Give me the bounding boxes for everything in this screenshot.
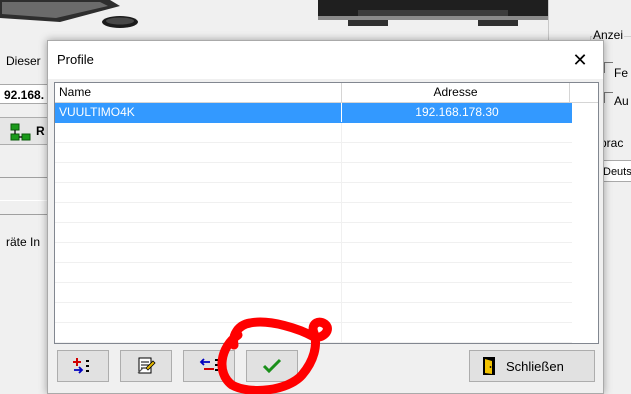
empty-row: [55, 183, 572, 203]
profile-address: 192.168.178.30: [415, 105, 499, 119]
edit-profile-icon: [137, 357, 156, 374]
column-header-name[interactable]: Name: [55, 83, 342, 102]
checkbox-label: Au: [614, 94, 629, 108]
checkbox-label: Fe: [614, 66, 629, 80]
list-rows: VUULTIMO4K 192.168.178.30: [55, 103, 572, 343]
dialog-toolbar: Schließen: [54, 348, 599, 388]
dialog-titlebar: Profile ✕: [48, 41, 603, 79]
empty-row: [55, 223, 572, 243]
column-header-filler: [570, 83, 598, 102]
close-icon[interactable]: ✕: [557, 41, 603, 79]
profile-dialog: Profile ✕ Name Adresse VUULTIMO4K 192.16…: [47, 40, 604, 394]
edit-profile-button[interactable]: [120, 350, 172, 382]
list-header: Name Adresse: [55, 83, 598, 103]
empty-row: [55, 203, 572, 223]
empty-row: [55, 123, 572, 143]
empty-row: [55, 263, 572, 283]
background-label: räte In: [6, 235, 41, 249]
background-label: Dieser: [6, 54, 41, 68]
column-header-address[interactable]: Adresse: [342, 83, 570, 102]
add-profile-button[interactable]: [57, 350, 109, 382]
empty-row: [55, 163, 572, 183]
exit-door-icon: [483, 357, 495, 375]
empty-row: [55, 323, 572, 343]
empty-row: [55, 243, 572, 263]
checkbox[interactable]: [604, 62, 613, 73]
add-profile-icon: [73, 358, 89, 374]
checkmark-icon: [262, 358, 282, 374]
dialog-title: Profile: [57, 52, 94, 67]
device-image: [0, 0, 138, 28]
receiver-image: [318, 0, 548, 26]
empty-row: [55, 303, 572, 323]
network-icon: [10, 123, 31, 141]
close-button-label: Schließen: [506, 358, 564, 374]
list-item[interactable]: VUULTIMO4K 192.168.178.30: [55, 103, 572, 123]
empty-row: [55, 143, 572, 163]
close-button[interactable]: Schließen: [469, 350, 595, 382]
profile-name: VUULTIMO4K: [55, 103, 342, 122]
checkbox[interactable]: [604, 92, 613, 103]
import-profile-button[interactable]: [183, 350, 235, 382]
background-button-label: R: [36, 124, 45, 138]
import-profile-icon: [199, 358, 218, 371]
apply-button[interactable]: [246, 350, 298, 382]
empty-row: [55, 283, 572, 303]
profile-list[interactable]: Name Adresse VUULTIMO4K 192.168.178.30: [54, 82, 599, 344]
